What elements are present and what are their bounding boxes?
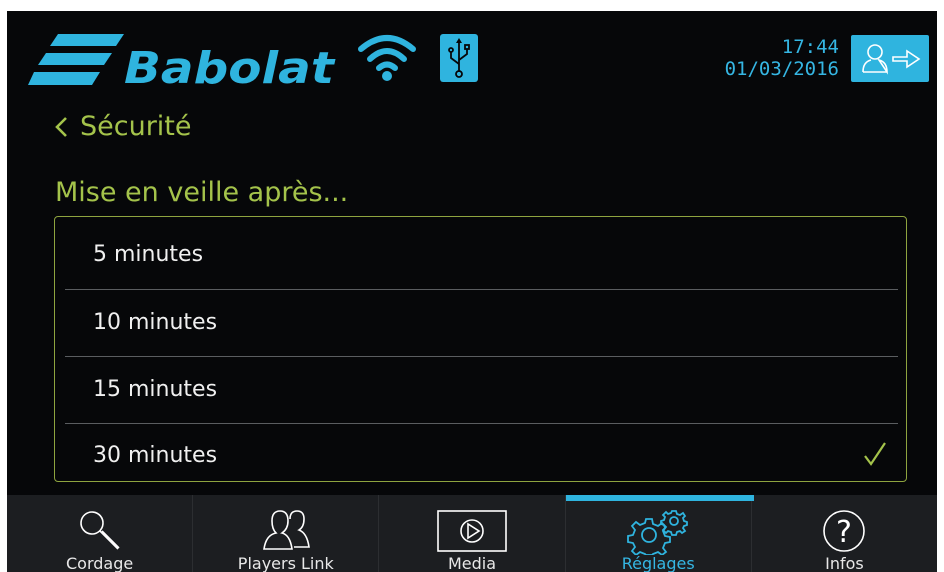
babolat-logo: Babolat <box>28 34 336 89</box>
back-label: Sécurité <box>80 111 192 142</box>
help-icon: ? <box>823 510 866 552</box>
logout-icon <box>862 44 921 75</box>
nav-label: Players Link <box>237 554 334 572</box>
nav-media[interactable]: Media <box>379 495 566 572</box>
option-30-minutes[interactable]: 30 minutes <box>65 422 898 488</box>
option-label: 15 minutes <box>93 376 218 402</box>
bottom-nav: Cordage Players Link Media Réglages ? In… <box>7 495 937 572</box>
racket-icon <box>79 511 120 550</box>
svg-text:?: ? <box>836 515 852 550</box>
nav-label: Cordage <box>65 554 134 572</box>
option-5-minutes[interactable]: 5 minutes <box>65 221 898 287</box>
checkmark-icon <box>864 442 886 466</box>
nav-label: Media <box>447 554 497 572</box>
players-icon <box>262 510 310 550</box>
clock-date: 01/03/2016 <box>724 58 839 80</box>
section-title: Mise en veille après... <box>55 177 349 208</box>
nav-players-link[interactable]: Players Link <box>193 495 380 572</box>
nav-infos[interactable]: ? Infos <box>752 495 937 572</box>
sleep-options-list: 5 minutes 10 minutes 15 minutes 30 minut… <box>54 216 907 482</box>
nav-cordage[interactable]: Cordage <box>7 495 194 572</box>
brand-wordmark: Babolat <box>124 43 336 89</box>
option-label: 10 minutes <box>93 309 218 335</box>
option-15-minutes[interactable]: 15 minutes <box>65 356 898 422</box>
screen: Babolat 17:44 01/03/2016 Sécurité Mise e… <box>7 11 937 572</box>
play-icon <box>437 510 507 552</box>
back-button[interactable]: Sécurité <box>54 111 192 142</box>
nav-reglages[interactable]: Réglages <box>565 495 754 572</box>
wifi-icon <box>358 35 416 81</box>
option-label: 5 minutes <box>93 241 204 267</box>
nav-label: Réglages <box>621 554 695 572</box>
option-label: 30 minutes <box>93 442 218 468</box>
clock: 17:44 01/03/2016 <box>725 36 839 80</box>
gears-icon <box>627 510 689 555</box>
logout-button[interactable] <box>851 35 929 82</box>
chevron-left-icon <box>55 116 67 137</box>
nav-label: Infos <box>825 554 864 572</box>
clock-time: 17:44 <box>781 36 839 58</box>
usb-icon <box>440 34 478 82</box>
option-10-minutes[interactable]: 10 minutes <box>65 289 898 355</box>
